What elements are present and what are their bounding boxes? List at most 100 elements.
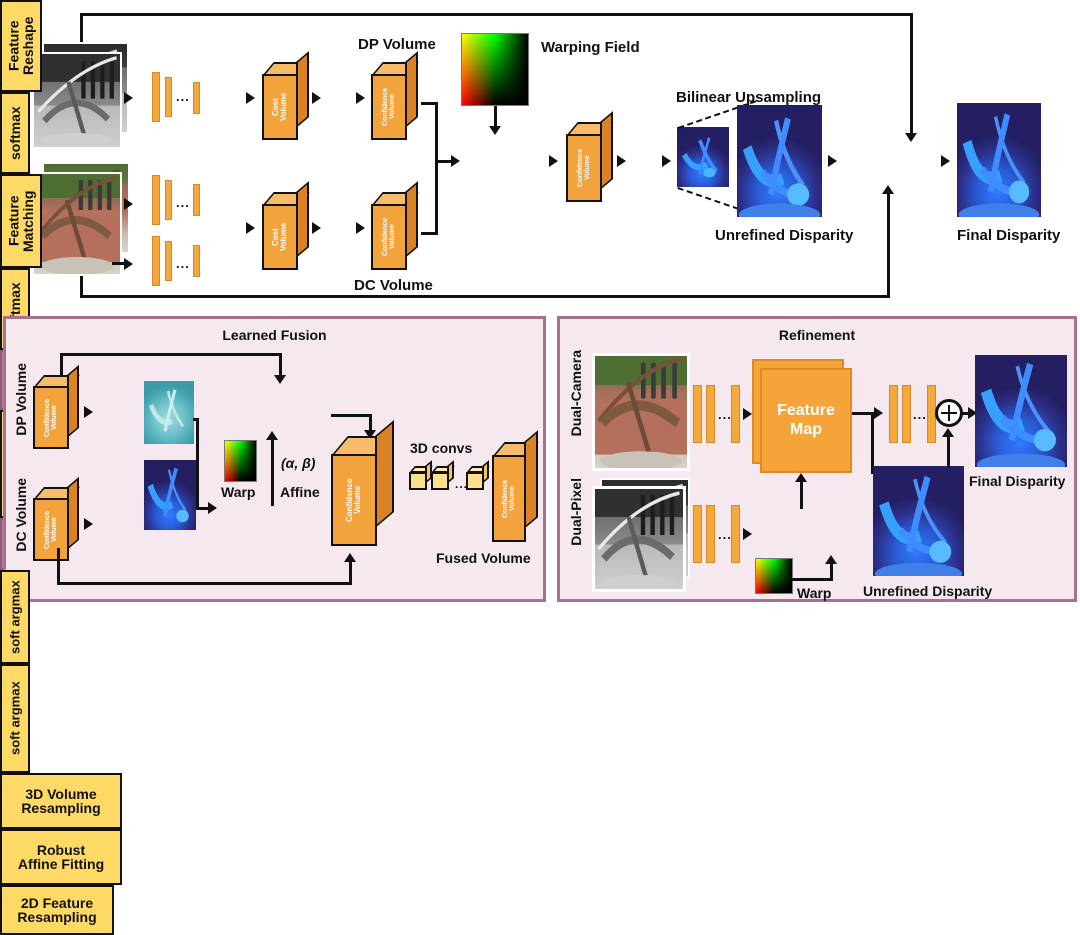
dp-confidence-volume-label: Confidence Volume (381, 87, 396, 127)
line-dc-input-bottom (112, 262, 126, 265)
fusion-dp-bypass-arrow (274, 375, 286, 384)
two-d-feature-resampling-box[interactable]: 2D Feature Resampling (0, 885, 114, 935)
fusion-preview-merge-v (196, 418, 199, 510)
dp-confidence-volume: Confidence Volume (371, 51, 421, 140)
sum-plus-icon (935, 399, 963, 427)
rail-top-dp-right-down (910, 13, 913, 135)
dc-conv-dots-a: ... (176, 195, 190, 210)
refinement-final-disparity (975, 355, 1067, 467)
refinement-dual-pixel-label: Dual-Pixel (568, 478, 584, 546)
dc-volume-caption: DC Volume (354, 277, 433, 294)
learned-fusion-panel-title: Learned Fusion (222, 327, 327, 343)
dc-cost-volume-label: Cost Volume (270, 222, 288, 252)
dc-confidence-volume: Confidence Volume (371, 181, 421, 270)
volume-resampling-box[interactable]: 3D Volume Resampling (0, 773, 122, 829)
refinement-unrefined-caption: Unrefined Disparity (863, 583, 993, 599)
fusion-dp-bypass-up (60, 353, 63, 377)
three-d-convs-label: 3D convs (410, 440, 473, 456)
ref-conv-dots-bottom: ... (718, 527, 732, 542)
featmap-out-arrow (874, 407, 883, 419)
rail-top-dp (80, 13, 913, 16)
fusion-soft-argmax-bottom[interactable]: soft argmax (0, 664, 30, 773)
bilinear-upsampling-label: Bilinear Upsampling (676, 89, 822, 106)
ref-conv-bar-3b (731, 505, 740, 563)
arrow-dc-conf-to-argmax (84, 518, 93, 530)
ref-out-bar-2 (902, 385, 911, 443)
robust-affine-fitting-box[interactable]: Robust Affine Fitting (0, 829, 122, 885)
dc-conv-bar-2b (165, 241, 172, 281)
refinement-dual-camera-image (592, 353, 690, 471)
arrow-cost-to-softmax-dp (312, 92, 321, 104)
ref-out-bar-1 (889, 385, 898, 443)
dc-conv-bar-3b (193, 245, 200, 277)
resample-to-featmap-arrow (795, 473, 807, 482)
dc-conv-dots-b: ... (176, 256, 190, 271)
warp-arrow-to-fusion (489, 126, 501, 135)
ref-conv-dots-top: ... (718, 407, 732, 422)
fusion-preview-merge-h1 (193, 418, 199, 421)
warping-field-label: Warping Field (541, 39, 640, 56)
unrefined-to-sum-arrow (942, 428, 954, 437)
architecture-diagram: Dual-Pixel ... Feature Reshape Cost Volu… (0, 0, 1080, 935)
final-disparity-top (957, 103, 1041, 217)
dual-pixel-image-front (32, 52, 122, 149)
dp-softmax-box[interactable]: softmax (0, 92, 30, 174)
refinement-panel-title: Refinement (778, 327, 856, 343)
dc-cost-volume: Cost Volume (262, 181, 310, 270)
fusion-warp-label: Warp (221, 484, 256, 500)
refinement-warp-label: Warp (797, 585, 832, 601)
refinement-dual-camera-label: Dual-Camera (568, 350, 584, 437)
rail-bottom-dc-right-up (887, 192, 890, 298)
dp-conv-bar-1 (152, 72, 160, 122)
warp-to-resample-arrow (825, 555, 837, 564)
fusion-dc-bypass-bottom (57, 582, 352, 585)
arrow-refinement-to-final (941, 155, 950, 167)
feature-matching-box[interactable]: Feature Matching (0, 174, 42, 268)
fused-volume-cube: Confidence Volume (492, 430, 542, 542)
dp-conv-bar-3 (193, 82, 200, 114)
feature-map-front[interactable]: Feature Map (760, 368, 852, 473)
conv-cube-2 (431, 460, 457, 492)
fusion-dc-bypass-up (349, 561, 352, 585)
dc-volume-side-label: DC Volume (13, 478, 29, 552)
unrefined-disparity-caption: Unrefined Disparity (715, 227, 854, 244)
fusion-dp-bypass-down (279, 353, 282, 377)
arrow-dp-conf-to-argmax (84, 406, 93, 418)
affine-to-resampling-arrow (266, 431, 278, 440)
arrow-reshape-to-cost (246, 92, 255, 104)
fused-confidence-volume-label: Confidence Volume (576, 148, 591, 188)
dp-conv-bar-2 (165, 77, 172, 117)
ref-conv-bar-1a (693, 385, 702, 443)
dp-cost-volume: Cost Volume (262, 51, 310, 140)
fusion-preview-merge-arrow (208, 502, 217, 514)
feature-reshape-box[interactable]: Feature Reshape (0, 0, 42, 92)
fusion-mid-confidence-volume: Confidence Volume (331, 420, 397, 546)
dp-volume-side-label: DP Volume (13, 363, 29, 436)
fusion-soft-argmax-top[interactable]: soft argmax (0, 570, 30, 664)
warp-line-to-fusion (494, 106, 497, 128)
fusion-dc-bypass-down (57, 548, 60, 585)
bus-into-fusion (435, 160, 452, 163)
arrow-softmax-to-conf-dc (356, 222, 365, 234)
affine-to-resampling-line (271, 440, 274, 506)
arrow-cost-to-softmax-dc (312, 222, 321, 234)
arrow-conf-to-argmax (617, 155, 626, 167)
fusion-dc-confidence-label: Confidence Volume (43, 510, 58, 549)
dual-camera-image-front (32, 172, 122, 276)
final-disparity-caption-top: Final Disparity (957, 227, 1061, 244)
fusion-dp-bypass-top (60, 353, 282, 356)
fusion-dc-disparity-preview (144, 460, 196, 530)
dc-conv-bar-2a (165, 180, 172, 220)
featmap-out-v (871, 412, 874, 474)
rail-bottom-dc-arrow (882, 185, 894, 194)
ref-conv-bar-3a (731, 385, 740, 443)
dp-volume-caption: DP Volume (358, 36, 436, 53)
dp-cost-volume-label: Cost Volume (270, 92, 288, 122)
ref-arrow-top-to-featmap (743, 408, 752, 420)
arrow-bus-into-fusion (451, 155, 460, 167)
arrow-matching-to-cost (246, 222, 255, 234)
arrow-dc-input-to-conv-top (124, 198, 133, 210)
conv-cube-3 (466, 460, 492, 492)
dc-conv-bar-3a (193, 184, 200, 216)
arrow-fusion-to-conf (549, 155, 558, 167)
